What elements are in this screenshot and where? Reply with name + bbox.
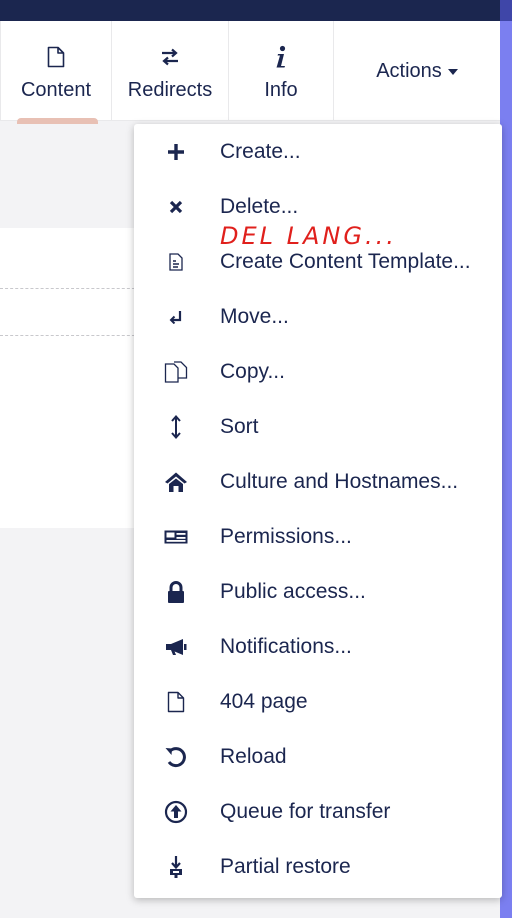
- menu-item-public-access[interactable]: Public access...: [134, 564, 502, 619]
- move-icon: [162, 303, 190, 331]
- tab-content-label: Content: [20, 79, 92, 101]
- active-tab-indicator: [17, 118, 98, 124]
- menu-item-label: Public access...: [220, 580, 366, 603]
- restore-icon: [162, 853, 190, 881]
- reload-icon: [162, 743, 190, 771]
- content-panel: [0, 228, 140, 528]
- megaphone-icon: [162, 633, 190, 661]
- right-edge-strip-top: [500, 0, 512, 21]
- menu-item-notifications[interactable]: Notifications...: [134, 619, 502, 674]
- caret-down-icon: [447, 69, 458, 75]
- menu-item-404-page[interactable]: 404 page: [134, 674, 502, 729]
- top-navigation-bar: [0, 0, 500, 21]
- redirect-arrows-icon: [112, 45, 228, 69]
- row-divider: [0, 288, 140, 289]
- info-icon: [229, 45, 333, 69]
- copy-icon: [162, 358, 190, 386]
- menu-item-label: Copy...: [220, 360, 285, 383]
- menu-item-partial-restore[interactable]: Partial restore: [134, 839, 502, 894]
- menu-item-permissions[interactable]: Permissions...: [134, 509, 502, 564]
- menu-item-label: Sort: [220, 415, 259, 438]
- menu-item-label: Delete...: [220, 195, 299, 218]
- menu-item-copy[interactable]: Copy...: [134, 344, 502, 399]
- menu-item-label: Create...: [220, 140, 301, 163]
- menu-item-reload[interactable]: Reload: [134, 729, 502, 784]
- permissions-icon: [162, 523, 190, 551]
- template-icon: [162, 248, 190, 276]
- document-icon: [1, 45, 111, 69]
- menu-item-create[interactable]: Create...: [134, 124, 502, 179]
- sort-icon: [162, 413, 190, 441]
- tab-content[interactable]: Content: [0, 21, 112, 121]
- menu-item-sort[interactable]: Sort: [134, 399, 502, 454]
- tab-redirects[interactable]: Redirects: [112, 21, 229, 121]
- menu-item-label: Move...: [220, 305, 289, 328]
- home-icon: [162, 468, 190, 496]
- menu-item-label: Partial restore: [220, 855, 351, 878]
- menu-item-label: Reload: [220, 745, 287, 768]
- close-icon: [162, 193, 190, 221]
- menu-item-queue-for-transfer[interactable]: Queue for transfer: [134, 784, 502, 839]
- row-divider: [0, 335, 140, 336]
- actions-label: Actions: [376, 59, 442, 82]
- menu-item-label: Culture and Hostnames...: [220, 470, 459, 493]
- svg-text:DEL LANG...: DEL LANG...: [220, 224, 397, 250]
- tab-redirects-label: Redirects: [127, 79, 213, 101]
- handwritten-annotation: DEL LANG...: [220, 224, 397, 250]
- page-icon: [162, 688, 190, 716]
- tab-info-label: Info: [264, 79, 298, 101]
- upload-icon: [162, 798, 190, 826]
- menu-item-label: Queue for transfer: [220, 800, 391, 823]
- lock-icon: [162, 578, 190, 606]
- actions-dropdown-button[interactable]: Actions: [334, 21, 500, 121]
- editor-header: Content Redirects Info Actions: [0, 21, 500, 121]
- menu-item-culture-hostnames[interactable]: Culture and Hostnames...: [134, 454, 502, 509]
- menu-item-label: Notifications...: [220, 635, 352, 658]
- menu-item-label: 404 page: [220, 690, 308, 713]
- menu-item-label: Permissions...: [220, 525, 352, 548]
- menu-item-label: Create Content Template...: [220, 250, 471, 273]
- plus-icon: [162, 138, 190, 166]
- tab-info[interactable]: Info: [229, 21, 334, 121]
- menu-item-move[interactable]: Move...: [134, 289, 502, 344]
